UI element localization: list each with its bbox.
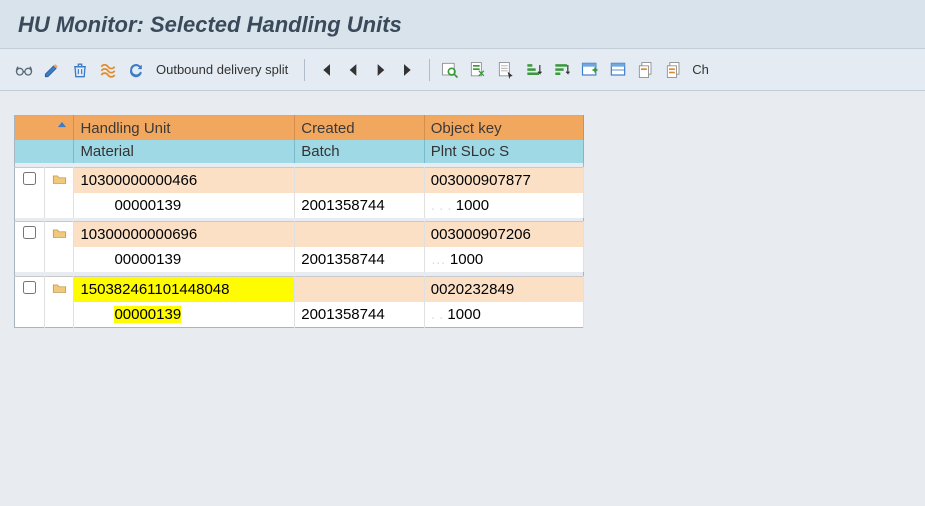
col-batch[interactable]: Batch [295, 140, 425, 163]
row-checkbox[interactable] [23, 172, 36, 185]
material-value: 00000139 [74, 302, 295, 328]
detail-row[interactable]: 00000139 2001358744 . . . 1000 [15, 193, 584, 218]
col-material[interactable]: Material [74, 140, 295, 163]
hu-row[interactable]: 10300000000466 003000907877 [15, 167, 584, 193]
plnt-sloc-value: . . 1000 [424, 302, 583, 328]
hu-created [295, 222, 425, 248]
batch-value: 2001358744 [295, 247, 425, 272]
ch-button-truncated[interactable]: Ch [690, 62, 717, 77]
separator [429, 59, 430, 81]
col-created[interactable]: Created [295, 116, 425, 141]
hu-object-key: 003000907877 [424, 167, 583, 193]
folder-icon[interactable] [52, 172, 67, 189]
detail-row[interactable]: 00000139 2001358744 . . 1000 [15, 302, 584, 328]
toolbar: Outbound delivery split Ch [0, 49, 925, 91]
stack-icon[interactable] [96, 57, 120, 83]
hu-grid: Handling Unit Created Object key Materia… [14, 115, 584, 328]
main-content: Handling Unit Created Object key Materia… [0, 91, 925, 352]
col-handling-unit[interactable]: Handling Unit [74, 116, 295, 141]
hu-row[interactable]: 150382461101448048 0020232849 [15, 276, 584, 302]
copy-doc1-icon[interactable] [634, 57, 658, 83]
row-checkbox[interactable] [23, 226, 36, 239]
batch-value: 2001358744 [295, 193, 425, 218]
separator [304, 59, 305, 81]
col-object-key[interactable]: Object key [424, 116, 583, 141]
refresh-icon[interactable] [124, 57, 148, 83]
hu-number: 10300000000466 [74, 167, 295, 193]
header-lead-cell [15, 116, 74, 141]
doc-cursor-icon[interactable] [494, 57, 518, 83]
layout-add-icon[interactable] [578, 57, 602, 83]
batch-value: 2001358744 [295, 302, 425, 328]
first-icon[interactable] [313, 57, 337, 83]
detail-row[interactable]: 00000139 2001358744 … 1000 [15, 247, 584, 272]
col-plnt-sloc[interactable]: Plnt SLoc S [424, 140, 583, 163]
material-value: 00000139 [74, 193, 295, 218]
glasses-icon[interactable] [12, 57, 36, 83]
plnt-sloc-value: … 1000 [424, 247, 583, 272]
folder-icon[interactable] [52, 281, 67, 298]
copy-doc2-icon[interactable] [662, 57, 686, 83]
last-icon[interactable] [397, 57, 421, 83]
page-title: HU Monitor: Selected Handling Units [18, 12, 907, 38]
sort-asc-indicator-icon[interactable] [55, 120, 69, 137]
material-value: 00000139 [74, 247, 295, 272]
grid-header-row: Handling Unit Created Object key [15, 116, 584, 141]
find-icon[interactable] [438, 57, 462, 83]
hu-object-key: 003000907206 [424, 222, 583, 248]
sort-desc-icon[interactable] [550, 57, 574, 83]
hu-number: 10300000000696 [74, 222, 295, 248]
title-bar: HU Monitor: Selected Handling Units [0, 0, 925, 49]
hu-row[interactable]: 10300000000696 003000907206 [15, 222, 584, 248]
next-icon[interactable] [369, 57, 393, 83]
row-checkbox[interactable] [23, 281, 36, 294]
select-doc-icon[interactable] [466, 57, 490, 83]
layout-icon[interactable] [606, 57, 630, 83]
pencil-icon[interactable] [40, 57, 64, 83]
hu-created [295, 167, 425, 193]
hu-number: 150382461101448048 [74, 276, 295, 302]
hu-created [295, 276, 425, 302]
hu-object-key: 0020232849 [424, 276, 583, 302]
folder-icon[interactable] [52, 226, 67, 243]
prev-icon[interactable] [341, 57, 365, 83]
sort-asc-icon[interactable] [522, 57, 546, 83]
plnt-sloc-value: . . . 1000 [424, 193, 583, 218]
outbound-delivery-split-button[interactable]: Outbound delivery split [152, 62, 296, 77]
grid-subheader-row: Material Batch Plnt SLoc S [15, 140, 584, 163]
trash-icon[interactable] [68, 57, 92, 83]
